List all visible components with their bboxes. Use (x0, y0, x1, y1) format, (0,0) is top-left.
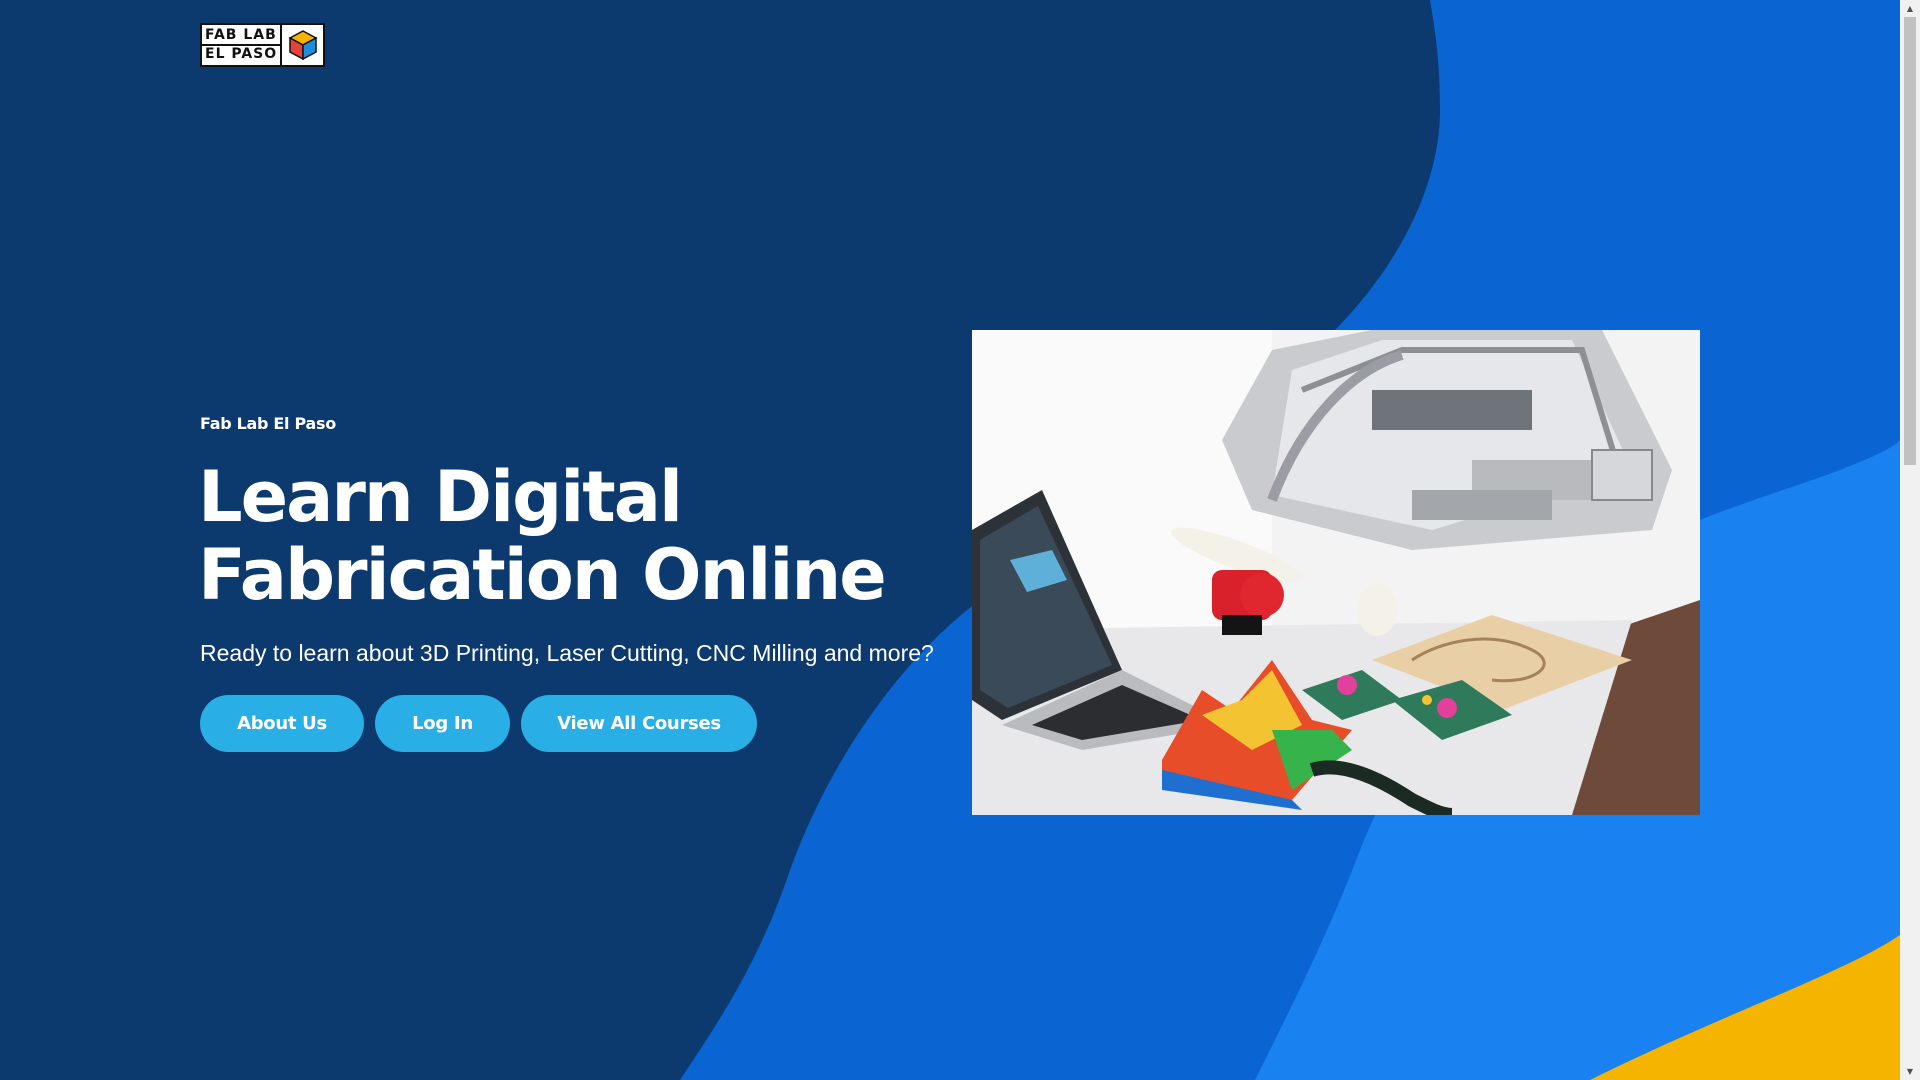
chevron-down-icon[interactable]: ▼ (1900, 1063, 1920, 1080)
view-all-courses-button[interactable]: View All Courses (521, 695, 757, 752)
logo-text: FAB LAB EL PASO (202, 25, 282, 65)
page-scrollbar[interactable]: ▲ ▼ (1900, 0, 1920, 1080)
hero-subtext: Ready to learn about 3D Printing, Laser … (200, 640, 934, 666)
landing-page: FAB LAB EL PASO Fab Lab El Paso Learn Di… (0, 0, 1900, 1080)
chevron-up-icon[interactable]: ▲ (1900, 0, 1920, 17)
hero-image (972, 330, 1700, 815)
hero-buttons: About Us Log In View All Courses (200, 695, 757, 752)
hero-eyebrow: Fab Lab El Paso (200, 414, 336, 433)
log-in-button[interactable]: Log In (375, 695, 510, 752)
scrollbar-thumb[interactable] (1904, 17, 1916, 465)
fabrication-scene-illustration (972, 330, 1700, 815)
fab-lab-logo[interactable]: FAB LAB EL PASO (200, 23, 325, 67)
hero-headline: Learn Digital Fabrication Online (198, 458, 958, 614)
headline-line-1: Learn Digital (198, 456, 683, 538)
cube-icon (282, 25, 323, 65)
about-us-button[interactable]: About Us (200, 695, 364, 752)
logo-line-1: FAB LAB (205, 27, 277, 43)
headline-line-2: Fabrication Online (198, 534, 887, 616)
logo-line-2: EL PASO (202, 44, 280, 63)
